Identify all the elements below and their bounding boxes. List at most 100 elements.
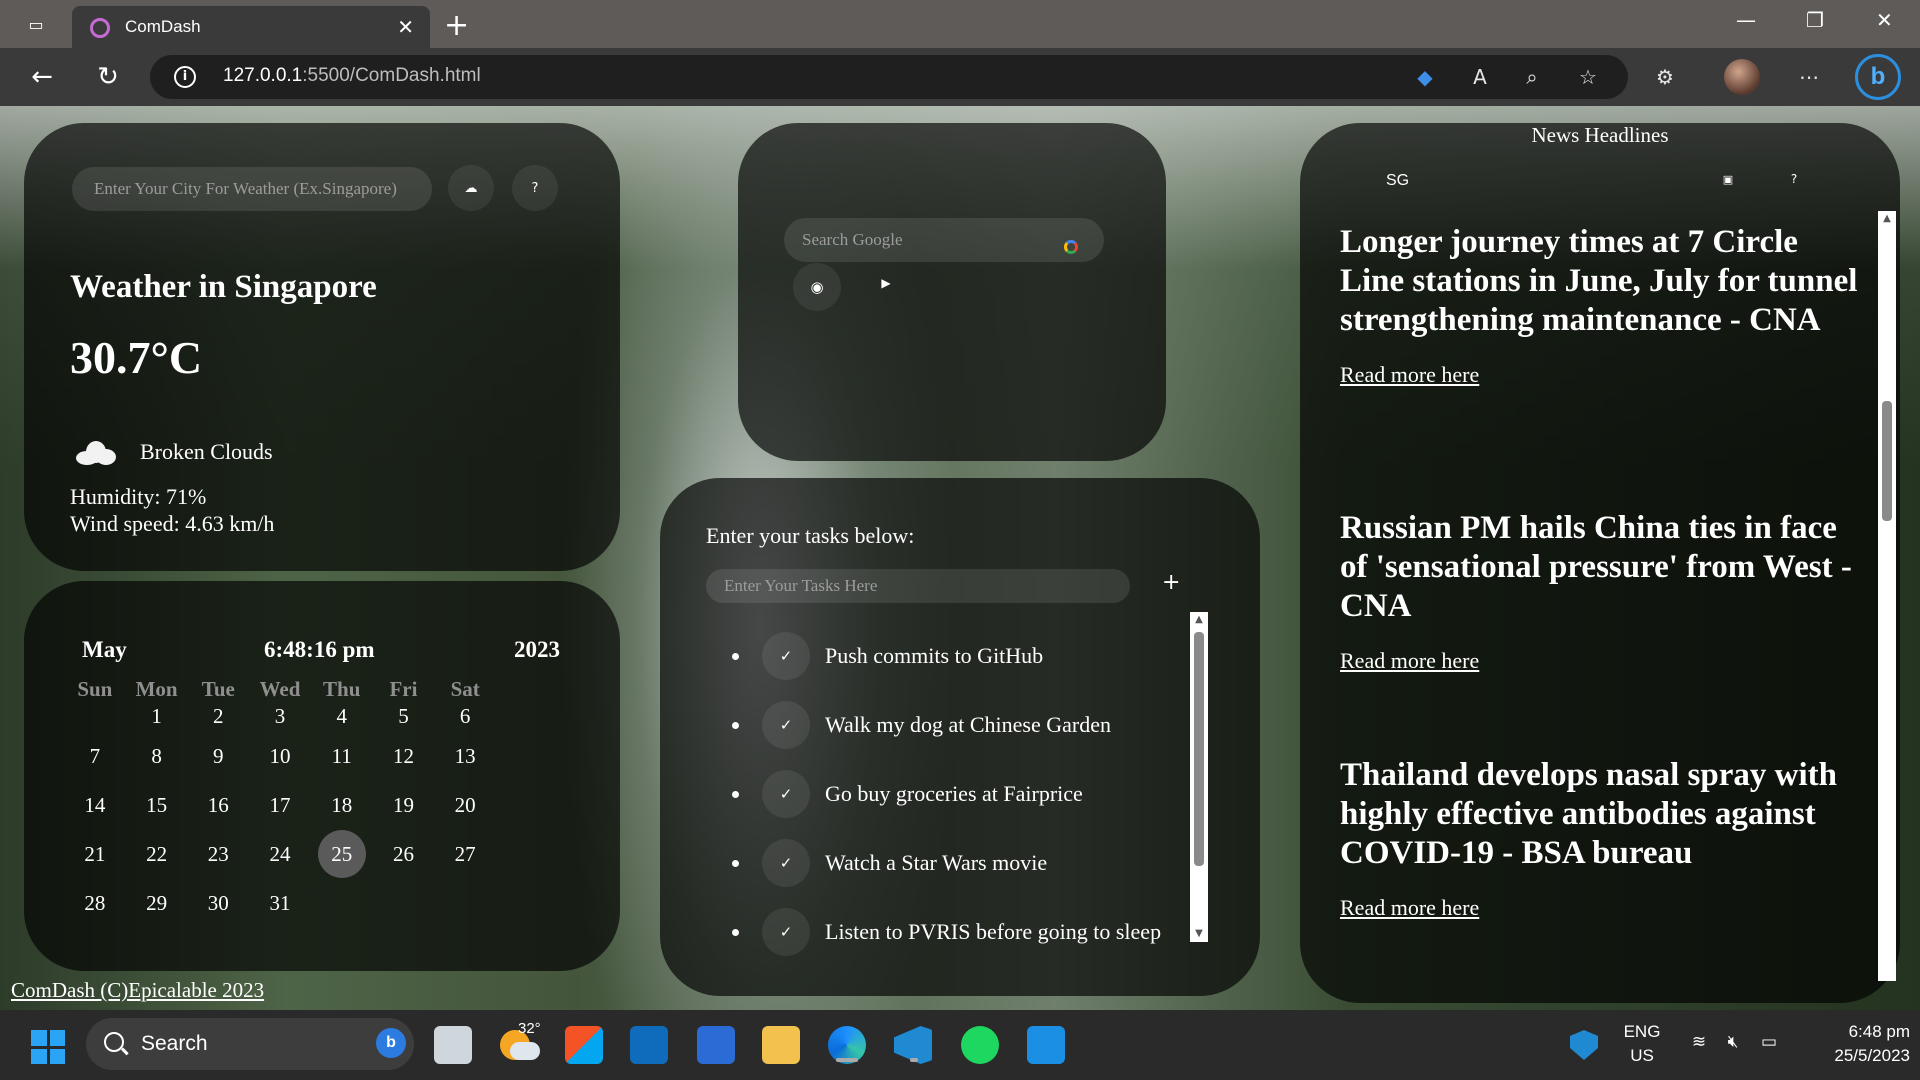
read-more-link[interactable]: Read more here [1340,895,1870,921]
comdash-page: Enter Your City For Weather (Ex.Singapor… [0,106,1920,1010]
language-label[interactable]: ENG [1622,1022,1662,1042]
minimize-icon[interactable]: — [1736,8,1756,32]
address-bar[interactable]: i 127.0.0.1:5500/ComDash.html [150,55,1628,99]
news-refresh-button[interactable]: ▣ [1708,159,1748,199]
site-info-icon[interactable]: i [174,66,196,88]
calendar-day: 22 [146,842,168,866]
extensions-icon[interactable]: ⚙ [1650,62,1680,92]
calendar-day: 7 [89,744,101,768]
task-text: Watch a Star Wars movie [825,850,1048,875]
bullet-icon [732,791,739,798]
task-view-icon[interactable] [434,1026,472,1064]
calendar-day: 30 [207,891,229,915]
new-tab-icon[interactable]: + [444,8,469,43]
scroll-up-icon[interactable]: ▲ [1880,213,1894,225]
scroll-thumb[interactable] [1882,401,1892,521]
coupon-tag-icon[interactable]: ◆ [1410,62,1440,92]
news-country[interactable]: SG [1386,172,1409,190]
app-icon[interactable] [1027,1026,1065,1064]
google-search-input[interactable]: Search Google [784,218,1104,262]
checkmark-icon[interactable]: ✓ [762,632,810,680]
calendar-day [311,890,373,939]
weekday-label: Sat [450,677,480,701]
microsoft-store-icon[interactable] [565,1026,603,1064]
task-item: ✓ Push commits to GitHub [710,624,1140,693]
battery-icon[interactable]: ▭ [1756,1032,1782,1052]
spotify-icon[interactable] [961,1026,999,1064]
scroll-down-icon[interactable]: ▼ [1192,928,1206,940]
weekday-label: Thu [323,677,361,701]
weather-wind: Wind speed: 4.63 km/h [70,511,275,536]
close-window-icon[interactable]: ✕ [1876,8,1893,32]
read-more-link[interactable]: Read more here [1340,648,1870,674]
back-icon[interactable]: ← [26,61,58,93]
github-icon[interactable]: ◉ [793,263,841,311]
weather-help-button[interactable]: ? [512,165,558,211]
wifi-icon[interactable]: ≋ [1686,1032,1712,1052]
file-explorer-icon[interactable] [762,1026,800,1064]
task-list: ✓ Push commits to GitHub ✓ Walk my dog a… [710,624,1161,969]
news-help-button[interactable]: ? [1774,159,1814,199]
region-label[interactable]: US [1622,1046,1662,1066]
restore-icon[interactable]: ❐ [1806,8,1824,32]
read-aloud-icon[interactable]: A [1465,62,1495,92]
outlook-icon[interactable] [630,1026,668,1064]
url-text: 127.0.0.1:5500/ComDash.html [223,65,481,86]
footer-link[interactable]: ComDash (C)Epicalable 2023 [11,978,264,1003]
windows-start-icon[interactable] [31,1030,65,1064]
security-shield-icon[interactable] [1570,1030,1598,1060]
city-input[interactable]: Enter Your City For Weather (Ex.Singapor… [72,167,432,211]
calendar-day: 17 [269,793,291,817]
search-icon [104,1032,124,1052]
calendar-month: May [82,637,127,662]
task-item: ✓ Walk my dog at Chinese Garden [710,693,1140,762]
google-search-panel: Search Google ◉ ▶ [738,123,1166,461]
tasks-panel: Enter your tasks below: Enter Your Tasks… [660,478,1260,996]
cloud-search-button[interactable]: ☁ [448,165,494,211]
tab-close-icon[interactable]: ✕ [397,15,414,39]
scroll-thumb[interactable] [1194,632,1204,866]
calendar-day: 23 [207,842,229,866]
weekday-label: Sun [77,677,113,701]
checkmark-icon[interactable]: ✓ [762,770,810,818]
bing-copilot-icon[interactable]: b [1855,54,1901,100]
tasks-label: Enter your tasks below: [706,523,915,548]
calendar-day: 3 [274,704,286,728]
browser-tab[interactable]: ComDash ✕ [72,6,430,48]
task-input[interactable]: Enter Your Tasks Here [706,569,1130,603]
calendar-day: 24 [269,842,291,866]
checkmark-icon[interactable]: ✓ [762,701,810,749]
volume-muted-icon[interactable]: 🔇︎ [1720,1032,1746,1052]
bing-icon[interactable]: b [376,1028,406,1058]
calendar-week: 1 2 3 4 5 6 [64,703,496,743]
refresh-icon[interactable]: ↻ [92,61,124,93]
cloud-icon [76,441,116,465]
calendar-day: 26 [392,842,414,866]
calendar-day: 13 [454,744,476,768]
zoom-out-icon[interactable]: ⌕ [1517,62,1547,92]
weather-description: Broken Clouds [140,439,273,464]
tab-actions-icon[interactable]: ▭ [22,10,50,38]
calendar-day-today: 25 [311,830,373,890]
weekday-label: Tue [201,677,235,701]
clock-date[interactable]: 25/5/2023 [1800,1046,1910,1066]
calendar-week: 21 22 23 24 25 26 27 [64,830,496,890]
checkmark-icon[interactable]: ✓ [762,908,810,956]
profile-avatar[interactable] [1724,59,1760,95]
scroll-up-icon[interactable]: ▲ [1192,614,1206,626]
read-more-link[interactable]: Read more here [1340,362,1870,388]
youtube-icon[interactable]: ▶ [866,263,906,303]
google-icon[interactable] [1064,240,1078,254]
article-title: Thailand develops nasal spray with highl… [1340,757,1837,871]
taskbar-search[interactable]: Search b [86,1018,414,1070]
more-options-icon[interactable]: ⋯ [1794,62,1824,92]
clock-time[interactable]: 6:48 pm [1800,1022,1910,1042]
news-scrollbar[interactable]: ▲ [1878,211,1896,981]
calendar-day: 5 [398,704,409,728]
checkmark-icon[interactable]: ✓ [762,839,810,887]
add-task-button[interactable]: + [1162,570,1180,595]
task-item: ✓ Go buy groceries at Fairprice [710,762,1140,831]
favorites-add-icon[interactable]: ☆ [1573,62,1603,92]
tasks-scrollbar[interactable]: ▲ ▼ [1190,612,1208,942]
myhp-icon[interactable] [697,1026,735,1064]
